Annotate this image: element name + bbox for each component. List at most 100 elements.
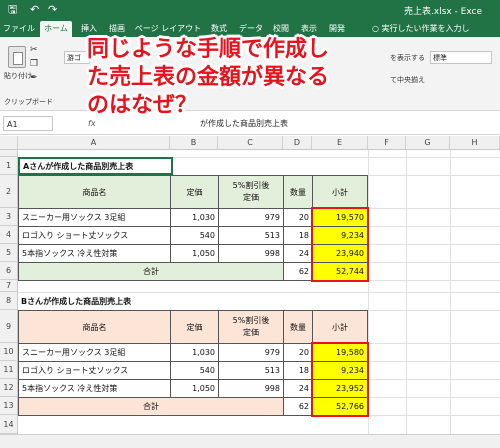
row-header[interactable]: 3 xyxy=(0,208,18,226)
row-header[interactable]: 1 xyxy=(0,157,18,175)
row-header[interactable]: 14 xyxy=(0,415,18,434)
table-a-header-price[interactable]: 定価 xyxy=(170,175,219,209)
wrap-text-button[interactable]: を表示する xyxy=(390,53,425,63)
row-header[interactable]: 5 xyxy=(0,244,18,262)
paste-button-label[interactable]: 貼り付け xyxy=(4,71,32,81)
quantity-cell[interactable]: 24 xyxy=(283,379,313,398)
column-header-a[interactable]: A xyxy=(18,136,170,150)
table-b-header-price[interactable]: 定価 xyxy=(170,310,219,344)
total-quantity-cell[interactable]: 62 xyxy=(283,262,313,281)
price-cell[interactable]: 540 xyxy=(170,226,219,245)
callout-line: のはなぜ？ xyxy=(87,93,198,118)
save-icon[interactable]: 🖫 xyxy=(8,3,17,17)
tab-home[interactable]: ホーム xyxy=(40,21,72,37)
row-header[interactable]: 13 xyxy=(0,397,18,415)
discount-price-cell[interactable]: 998 xyxy=(218,379,284,398)
row-header[interactable]: 8 xyxy=(0,292,18,310)
discount-price-cell[interactable]: 513 xyxy=(218,226,284,245)
row-header[interactable]: 12 xyxy=(0,379,18,397)
table-b-title[interactable]: Bさんが作成した商品別売上表 xyxy=(18,292,218,310)
copy-icon[interactable]: ❐ xyxy=(30,59,38,69)
table-b-header-discount[interactable]: 5%割引後 定価 xyxy=(218,310,284,344)
total-quantity-cell[interactable]: 62 xyxy=(283,397,313,416)
horizontal-scrollbar[interactable] xyxy=(0,434,500,448)
table-a-header-name[interactable]: 商品名 xyxy=(18,175,171,209)
quantity-cell[interactable]: 20 xyxy=(283,343,313,362)
column-header-b[interactable]: B xyxy=(170,136,218,150)
tab-view[interactable]: 表示 xyxy=(296,21,322,37)
column-header-g[interactable]: G xyxy=(406,136,450,150)
table-a-header-subtotal[interactable]: 小計 xyxy=(312,175,368,209)
merge-center-button[interactable]: て中央揃え xyxy=(390,75,425,85)
row-header[interactable]: 4 xyxy=(0,226,18,244)
price-cell[interactable]: 1,050 xyxy=(170,244,219,263)
row-header[interactable]: 7 xyxy=(0,280,18,292)
product-name-cell[interactable]: ロゴ入り ショート丈ソックス xyxy=(18,226,171,245)
discount-price-cell[interactable]: 979 xyxy=(218,208,284,227)
column-header-d[interactable]: D xyxy=(283,136,312,150)
table-b-header-qty[interactable]: 数量 xyxy=(283,310,313,344)
table-a-header-discount[interactable]: 5%割引後 定価 xyxy=(218,175,284,209)
table-b-header-name[interactable]: 商品名 xyxy=(18,310,171,344)
tab-formulas[interactable]: 数式 xyxy=(206,21,232,37)
format-painter-icon[interactable]: ✒ xyxy=(30,73,38,83)
price-cell[interactable]: 540 xyxy=(170,361,219,380)
callout-line: た売上表の金額が異なる xyxy=(87,65,330,90)
column-header-e[interactable]: E xyxy=(312,136,368,150)
tell-me-search[interactable]: ○ 実行したい作業を入力し xyxy=(372,21,500,37)
price-cell[interactable]: 1,030 xyxy=(170,343,219,362)
gridline xyxy=(368,208,500,209)
lightbulb-icon: ○ xyxy=(372,24,379,33)
tab-file[interactable]: ファイル xyxy=(2,21,36,37)
table-a-header-qty[interactable]: 数量 xyxy=(283,175,313,209)
table-b-header-subtotal[interactable]: 小計 xyxy=(312,310,368,344)
quantity-cell[interactable]: 18 xyxy=(283,226,313,245)
price-cell[interactable]: 1,030 xyxy=(170,208,219,227)
product-name-cell[interactable]: 5本指ソックス 冷え性対策 xyxy=(18,244,171,263)
row-header[interactable]: 10 xyxy=(0,343,18,361)
undo-icon[interactable]: ↶ xyxy=(30,3,39,17)
price-cell[interactable]: 1,050 xyxy=(170,379,219,398)
column-header-h[interactable]: H xyxy=(450,136,500,150)
subtotal-cell[interactable]: 23,940 xyxy=(312,244,368,263)
total-label-cell[interactable]: 合計 xyxy=(18,262,284,281)
row-header[interactable]: 6 xyxy=(0,262,18,280)
subtotal-cell[interactable]: 9,234 xyxy=(312,361,368,380)
total-cell[interactable]: 52,744 xyxy=(312,262,368,281)
redo-icon[interactable]: ↷ xyxy=(48,3,57,17)
paste-icon[interactable] xyxy=(8,46,26,68)
product-name-cell[interactable]: 5本指ソックス 冷え性対策 xyxy=(18,379,171,398)
subtotal-cell[interactable]: 23,952 xyxy=(312,379,368,398)
subtotal-cell[interactable]: 19,580 xyxy=(312,343,368,362)
tab-insert[interactable]: 挿入 xyxy=(76,21,102,37)
row-header[interactable]: 11 xyxy=(0,361,18,379)
subtotal-cell[interactable]: 19,570 xyxy=(312,208,368,227)
row-header[interactable]: 9 xyxy=(0,310,18,343)
column-header-c[interactable]: C xyxy=(218,136,283,150)
tab-draw[interactable]: 描画 xyxy=(104,21,130,37)
tab-page-layout[interactable]: ページ レイアウト xyxy=(132,21,204,37)
quantity-cell[interactable]: 18 xyxy=(283,361,313,380)
total-cell[interactable]: 52,766 xyxy=(312,397,368,416)
product-name-cell[interactable]: ロゴ入り ショート丈ソックス xyxy=(18,361,171,380)
tab-review[interactable]: 校閲 xyxy=(268,21,294,37)
column-header-f[interactable]: F xyxy=(368,136,406,150)
table-a-title[interactable]: Aさんが作成した商品別売上表 xyxy=(18,157,173,175)
quantity-cell[interactable]: 20 xyxy=(283,208,313,227)
subtotal-cell[interactable]: 9,234 xyxy=(312,226,368,245)
quantity-cell[interactable]: 24 xyxy=(283,244,313,263)
select-all-corner[interactable] xyxy=(0,136,18,150)
name-box[interactable]: A1 xyxy=(3,116,53,131)
discount-price-cell[interactable]: 513 xyxy=(218,361,284,380)
discount-price-cell[interactable]: 998 xyxy=(218,244,284,263)
row-header[interactable]: 2 xyxy=(0,175,18,208)
discount-price-cell[interactable]: 979 xyxy=(218,343,284,362)
cut-icon[interactable]: ✂ xyxy=(30,45,38,55)
product-name-cell[interactable]: スニーカー用ソックス 3足組 xyxy=(18,208,171,227)
number-format-select[interactable]: 標準 xyxy=(430,51,492,64)
tab-developer[interactable]: 開発 xyxy=(324,21,350,37)
tab-data[interactable]: データ xyxy=(236,21,266,37)
total-label-cell[interactable]: 合計 xyxy=(18,397,284,416)
product-name-cell[interactable]: スニーカー用ソックス 3足組 xyxy=(18,343,171,362)
ribbon-tabs: ファイル ホーム 挿入 描画 ページ レイアウト 数式 データ 校閲 表示 開発… xyxy=(0,20,500,37)
